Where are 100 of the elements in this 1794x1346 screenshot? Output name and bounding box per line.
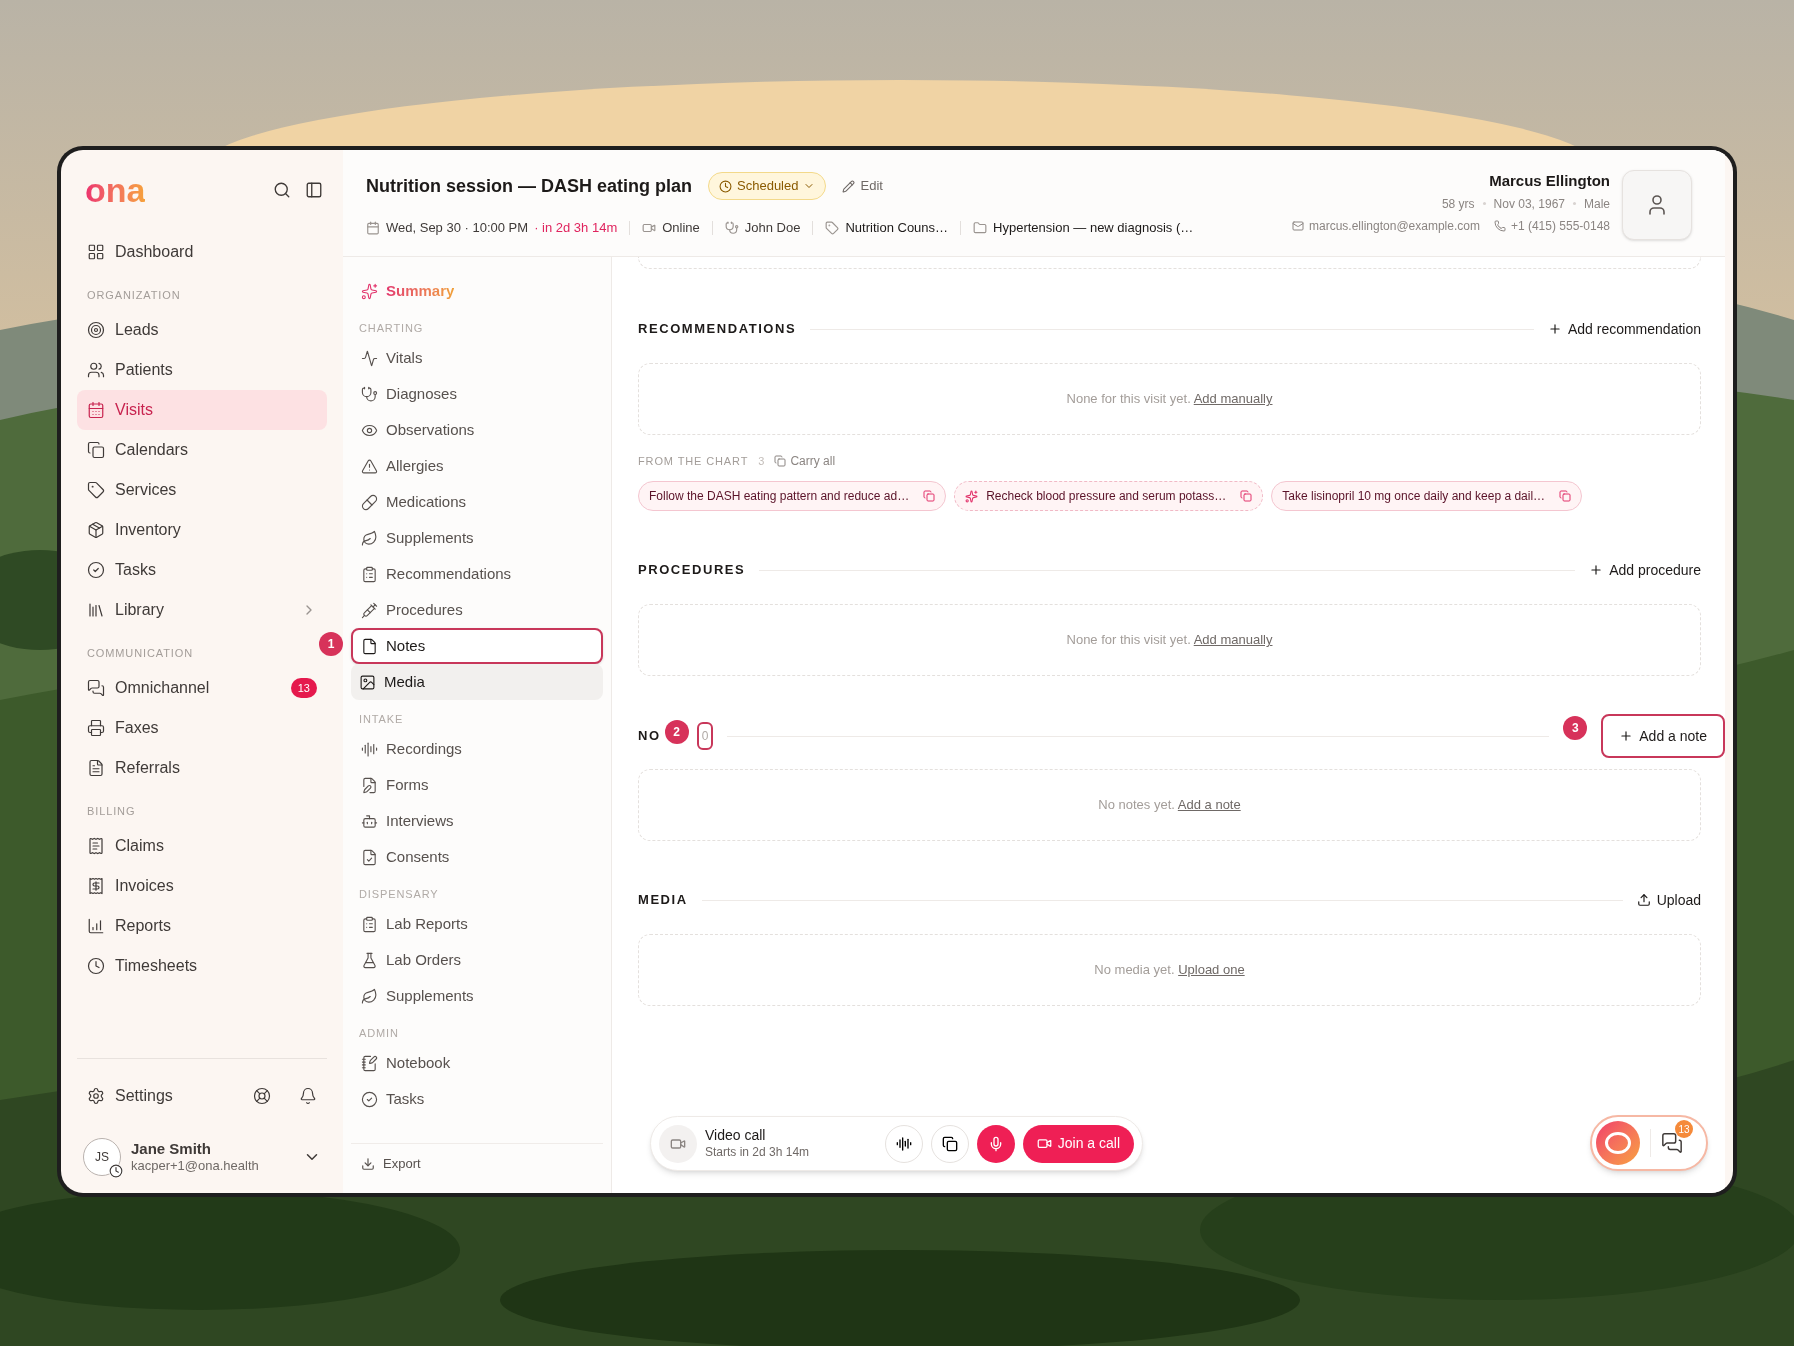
section-nav-item[interactable]: Diagnoses [351, 376, 603, 412]
bell-icon[interactable] [299, 1087, 317, 1105]
section-nav-item[interactable]: Recordings [351, 731, 603, 767]
plus-icon [1589, 563, 1604, 577]
settings-link[interactable]: Settings [115, 1084, 243, 1108]
empty-action-link[interactable]: Add manually [1193, 391, 1273, 407]
download-icon [361, 1156, 375, 1171]
sidebar-item[interactable]: Reports [77, 906, 327, 946]
receipt-icon [87, 877, 105, 895]
section-nav-item[interactable]: Notes [351, 628, 603, 664]
section-nav-item[interactable]: Interviews [351, 803, 603, 839]
upload-icon [1636, 893, 1651, 907]
sidebar-item[interactable]: Referrals [77, 748, 327, 788]
search-icon[interactable] [273, 181, 291, 199]
microphone-button[interactable] [976, 1124, 1015, 1163]
add-button[interactable]: Add a note [1601, 714, 1725, 758]
recommendation-chip[interactable]: Follow the DASH eating pattern and reduce ad… [638, 481, 947, 511]
section-heading: ADMIN [359, 1025, 399, 1041]
section-nav-item[interactable]: Media [351, 664, 603, 700]
user-avatar: JS [83, 1138, 121, 1176]
empty-message: No notes yet. Add a note [1098, 796, 1241, 815]
sidebar-item[interactable]: Patients [77, 350, 327, 390]
edit-button[interactable]: Edit [842, 176, 883, 196]
empty-message: No media yet. Upload one [1094, 961, 1245, 980]
sidebar-item[interactable]: Omnichannel 13 [77, 668, 327, 708]
video-camera-icon [659, 1124, 697, 1163]
section-nav-item[interactable]: Lab Orders [351, 942, 603, 978]
user-email: kacper+1@ona.health [131, 1158, 260, 1175]
section-nav-item[interactable]: Allergies [351, 448, 603, 484]
sidebar-item[interactable]: Services [77, 470, 327, 510]
check-circle-icon [87, 561, 105, 579]
video-camera-icon [1036, 1136, 1052, 1151]
section-nav-item[interactable]: Consents [351, 839, 603, 875]
sidebar-item[interactable]: Visits [77, 390, 327, 430]
clock-icon [87, 957, 105, 975]
section-heading: ORGANIZATION [87, 287, 181, 303]
printer-icon [87, 719, 105, 737]
case-name: Hypertension — new diagnosis (… [993, 219, 1194, 238]
empty-action-link[interactable]: Add a note [1177, 797, 1241, 813]
section-nav-item[interactable]: Forms [351, 767, 603, 803]
copy-icon [1559, 490, 1572, 502]
assistant-avatar[interactable] [1596, 1121, 1640, 1165]
pill-icon [361, 493, 378, 511]
sidebar-item[interactable]: Library [77, 590, 327, 630]
waveform-icon [361, 740, 378, 758]
sidebar-item[interactable]: Inventory [77, 510, 327, 550]
section-nav-item[interactable]: Vitals [351, 340, 603, 376]
section-heading: COMMUNICATION [87, 645, 193, 661]
section-nav-item[interactable]: Observations [351, 412, 603, 448]
export-link[interactable]: Export [383, 1153, 421, 1174]
lifebuoy-icon[interactable] [253, 1087, 271, 1105]
recommendation-chip[interactable]: Take lisinopril 10 mg once daily and keep a dail… [1271, 481, 1583, 511]
sidebar-item[interactable]: Leads [77, 310, 327, 350]
sidebar-item[interactable]: Calendars [77, 430, 327, 470]
clock-icon [719, 179, 733, 193]
section-nav-item[interactable]: Recommendations [351, 556, 603, 592]
bar-chart-icon [87, 917, 105, 935]
sparkles-icon [361, 282, 378, 300]
section-nav-item[interactable]: Medications [351, 484, 603, 520]
empty-action-link[interactable]: Add manually [1193, 632, 1273, 648]
count-badge: 0 [696, 722, 714, 750]
copy-icon [1240, 490, 1253, 502]
section-nav-item[interactable]: Supplements [351, 520, 603, 556]
visit-title: Nutrition session — DASH eating plan [366, 174, 693, 198]
section-nav-item[interactable]: Tasks [351, 1081, 603, 1117]
add-button[interactable]: Add procedure [1589, 559, 1701, 581]
leaf-icon [361, 987, 378, 1005]
check-circle-icon [361, 1090, 378, 1108]
tag-icon [87, 481, 105, 499]
empty-message: None for this visit yet. Add manually [1066, 631, 1273, 650]
section-nav-item[interactable]: Lab Reports [351, 906, 603, 942]
sidebar-item[interactable]: Invoices [77, 866, 327, 906]
add-button[interactable]: Add recommendation [1547, 318, 1701, 340]
recommendation-chip[interactable]: Recheck blood pressure and serum potass… [954, 481, 1264, 511]
section-nav-item[interactable]: Supplements [351, 978, 603, 1014]
join-call-button[interactable]: Join a call [1022, 1124, 1134, 1163]
empty-action-link[interactable]: Upload one [1178, 962, 1245, 978]
sidebar-item[interactable]: Tasks [77, 550, 327, 590]
status-dropdown[interactable]: Scheduled [708, 172, 827, 200]
patient-name: Marcus Ellington [1489, 171, 1610, 191]
chat-bubbles-icon[interactable] [1661, 1132, 1683, 1154]
calendar-icon [87, 401, 105, 419]
settings-icon[interactable] [87, 1087, 105, 1105]
people-icon [87, 361, 105, 379]
tag-icon [825, 221, 840, 235]
sidebar-toggle-icon[interactable] [305, 181, 323, 199]
stethoscope-icon [361, 385, 378, 403]
carry-all-button[interactable]: Carry all [774, 452, 836, 470]
sparkles-icon [965, 489, 979, 503]
clipboard-icon [361, 565, 378, 583]
section-nav-item[interactable]: Procedures [351, 592, 603, 628]
section-nav-item[interactable]: Notebook [351, 1045, 603, 1081]
syringe-icon [361, 601, 378, 619]
callout-badge: 3 [1563, 716, 1588, 740]
call-subtitle: Starts in 2d 3h 14m [705, 1144, 811, 1160]
sidebar-item[interactable]: Faxes [77, 708, 327, 748]
add-button[interactable]: Upload [1636, 889, 1701, 911]
sidebar-item[interactable]: Timesheets [77, 946, 327, 986]
sidebar-item[interactable]: Claims [77, 826, 327, 866]
sidebar-item[interactable]: Dashboard [77, 232, 327, 272]
